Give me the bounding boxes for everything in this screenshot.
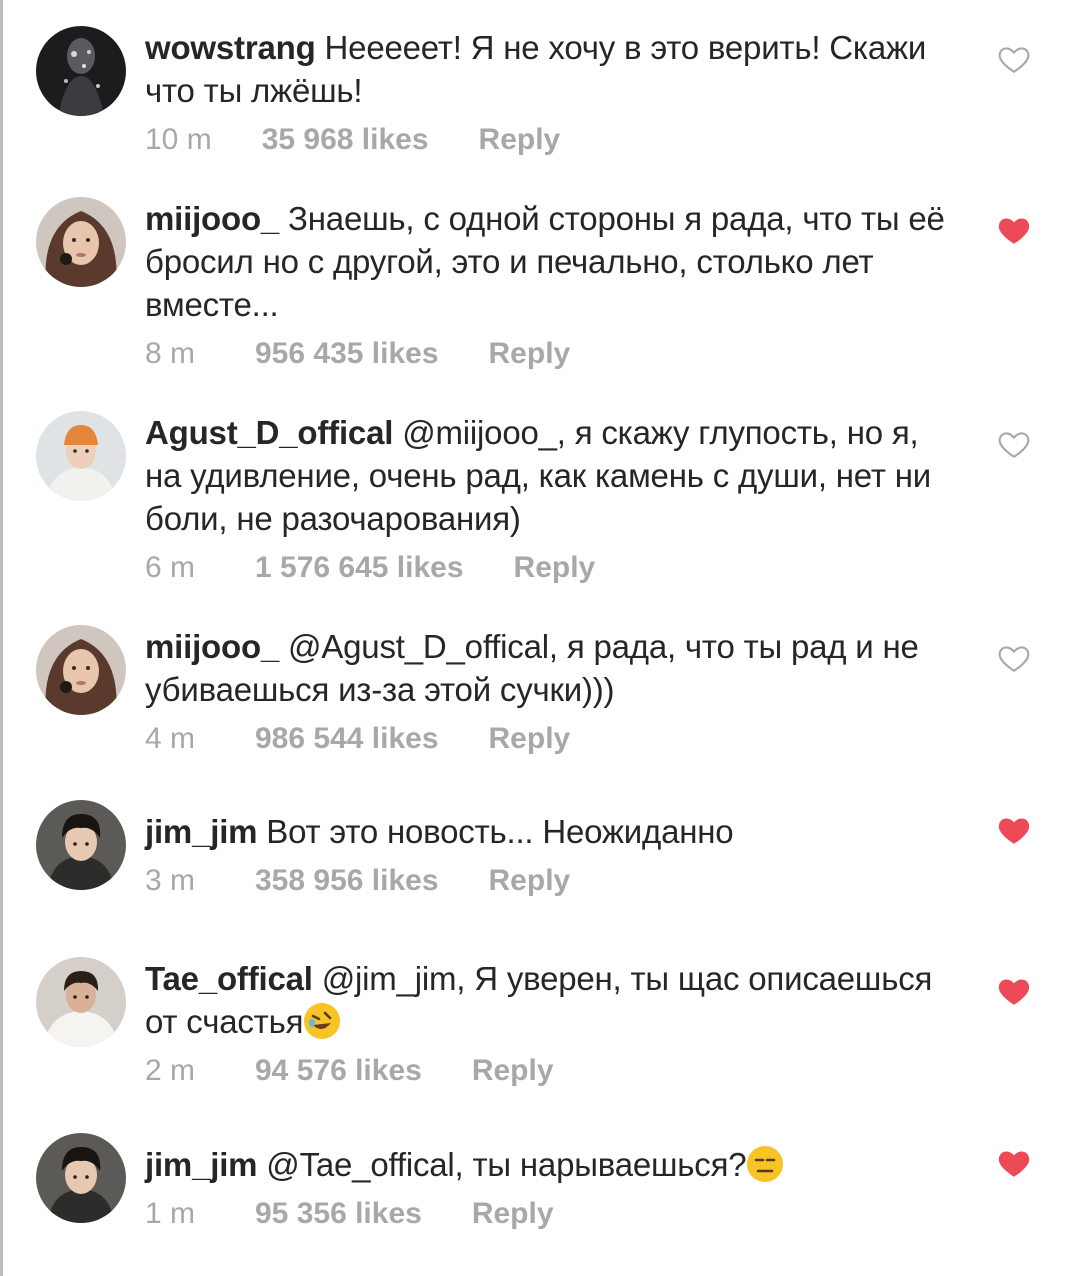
comment-body: Agust_D_offical @miijooo_, я скажу глупо…: [145, 411, 945, 586]
comment-text: wowstrang Нееееет! Я не хочу в это верит…: [145, 26, 945, 112]
heart-outline-icon[interactable]: [997, 641, 1031, 675]
reply-button[interactable]: Reply: [472, 1053, 554, 1089]
avatar[interactable]: [36, 26, 126, 116]
comment-likes[interactable]: 95 356 likes: [255, 1196, 422, 1232]
comment-text: miijooo_ Знаешь, с одной стороны я рада,…: [145, 197, 945, 326]
heart-outline-icon[interactable]: [997, 427, 1031, 461]
heart-filled-icon[interactable]: [997, 813, 1031, 847]
comment-username[interactable]: jim_jim: [145, 1146, 258, 1183]
comment-text: miijooo_ @Agust_D_offical, я рада, что т…: [145, 625, 945, 711]
heart-filled-icon[interactable]: [997, 213, 1031, 247]
comment-time: 2 m: [145, 1054, 196, 1087]
comment-meta: 6 m 1 576 645 likes Reply: [145, 550, 945, 586]
comment-body: Tae_offical @jim_jim, Я уверен, ты щас о…: [145, 957, 945, 1089]
comment-content: Вот это новость... Неожиданно: [266, 813, 734, 850]
comment-time: 6 m: [145, 551, 196, 584]
comment-body: miijooo_ @Agust_D_offical, я рада, что т…: [145, 625, 945, 757]
comment-username[interactable]: Agust_D_offical: [145, 414, 393, 451]
comment-likes[interactable]: 35 968 likes: [262, 122, 429, 158]
heart-filled-icon[interactable]: [997, 974, 1031, 1008]
avatar[interactable]: [36, 625, 126, 715]
avatar[interactable]: [36, 1133, 126, 1223]
comment-body: jim_jim @Tae_offical, ты нарываешься? 1 …: [145, 1143, 945, 1232]
comment-meta: 4 m 986 544 likes Reply: [145, 721, 945, 757]
comment-username[interactable]: jim_jim: [145, 813, 258, 850]
comment-likes[interactable]: 956 435 likes: [255, 336, 439, 372]
reply-button[interactable]: Reply: [479, 122, 561, 158]
comment-text: Agust_D_offical @miijooo_, я скажу глупо…: [145, 411, 945, 540]
comment-text: jim_jim Вот это новость... Неожиданно: [145, 810, 945, 853]
comment-likes[interactable]: 1 576 645 likes: [255, 550, 464, 586]
expressionless-emoji-icon: [747, 1146, 784, 1182]
comment-likes[interactable]: 94 576 likes: [255, 1053, 422, 1089]
comment-time: 1 m: [145, 1197, 196, 1230]
comment-likes[interactable]: 358 956 likes: [255, 863, 439, 899]
rofl-emoji-icon: [304, 1003, 341, 1039]
comment-time: 8 m: [145, 337, 196, 370]
comment-content: @Tae_offical, ты нарываешься?: [266, 1146, 747, 1183]
comment-meta: 2 m 94 576 likes Reply: [145, 1053, 945, 1089]
avatar[interactable]: [36, 197, 126, 287]
comment-text: jim_jim @Tae_offical, ты нарываешься?: [145, 1143, 945, 1186]
avatar[interactable]: [36, 957, 126, 1047]
reply-button[interactable]: Reply: [514, 550, 596, 586]
comment-body: wowstrang Нееееет! Я не хочу в это верит…: [145, 26, 945, 158]
comment-time: 4 m: [145, 722, 196, 755]
heart-filled-icon[interactable]: [997, 1146, 1031, 1180]
comment-meta: 8 m 956 435 likes Reply: [145, 336, 945, 372]
heart-outline-icon[interactable]: [997, 42, 1031, 76]
avatar[interactable]: [36, 800, 126, 890]
comment-body: jim_jim Вот это новость... Неожиданно 3 …: [145, 810, 945, 899]
reply-button[interactable]: Reply: [472, 1196, 554, 1232]
comment-likes[interactable]: 986 544 likes: [255, 721, 439, 757]
comment-text: Tae_offical @jim_jim, Я уверен, ты щас о…: [145, 957, 945, 1043]
reply-button[interactable]: Reply: [489, 721, 571, 757]
page-edge: [0, 0, 3, 1276]
comment-body: miijooo_ Знаешь, с одной стороны я рада,…: [145, 197, 945, 372]
comment-meta: 1 m 95 356 likes Reply: [145, 1196, 945, 1232]
comment-username[interactable]: wowstrang: [145, 29, 316, 66]
comment-username[interactable]: Tae_offical: [145, 960, 313, 997]
reply-button[interactable]: Reply: [489, 336, 571, 372]
comment-time: 10 m: [145, 123, 212, 156]
comment-meta: 3 m 358 956 likes Reply: [145, 863, 945, 899]
comment-meta: 10 m 35 968 likes Reply: [145, 122, 945, 158]
reply-button[interactable]: Reply: [489, 863, 571, 899]
comment-time: 3 m: [145, 864, 196, 897]
avatar[interactable]: [36, 411, 126, 501]
comment-username[interactable]: miijooo_: [145, 628, 279, 665]
comment-username[interactable]: miijooo_: [145, 200, 279, 237]
